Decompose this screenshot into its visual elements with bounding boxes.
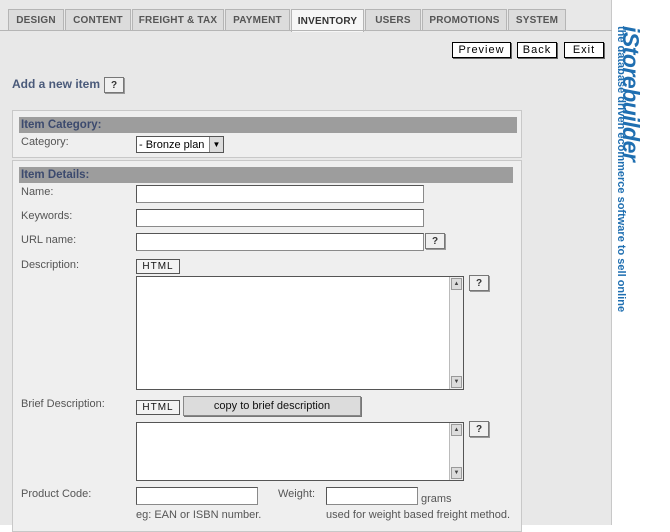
tab-promotions[interactable]: PROMOTIONS <box>422 9 507 31</box>
keywords-label: Keywords: <box>21 210 73 222</box>
product-code-field[interactable] <box>136 487 258 505</box>
name-label: Name: <box>21 186 54 198</box>
product-code-hint: eg: EAN or ISBN number. <box>136 509 262 521</box>
description-help-button[interactable]: ? <box>469 275 489 291</box>
page-title: Add a new item <box>12 77 101 91</box>
tab-content[interactable]: CONTENT <box>65 9 131 31</box>
weight-field[interactable] <box>326 487 418 505</box>
brief-help-button[interactable]: ? <box>469 421 489 437</box>
brief-html-button[interactable]: HTML <box>136 400 180 415</box>
back-button[interactable]: Back <box>517 42 557 58</box>
weight-label: Weight: <box>278 488 316 500</box>
weight-unit: grams <box>421 493 452 505</box>
help-button[interactable]: ? <box>104 77 124 93</box>
name-field[interactable] <box>136 185 424 203</box>
category-section-header: Item Category: <box>19 117 517 133</box>
description-scrollbar[interactable]: ▲ ▼ <box>449 277 463 389</box>
scroll-up-icon[interactable]: ▲ <box>451 278 462 290</box>
brand-sidebar: iStorebuilder the database driven ecomme… <box>612 0 670 525</box>
description-html-button[interactable]: HTML <box>136 259 180 274</box>
tab-inventory[interactable]: INVENTORY <box>291 9 364 32</box>
brief-scrollbar[interactable]: ▲ ▼ <box>449 423 463 480</box>
brand-tagline: the database driven ecommerce software t… <box>615 26 627 313</box>
description-label: Description: <box>21 259 80 271</box>
category-select-value: - Bronze plan <box>139 138 205 151</box>
details-panel: Item Details: Name: Keywords: URL name: … <box>12 160 522 532</box>
tab-payment[interactable]: PAYMENT <box>225 9 290 31</box>
exit-button[interactable]: Exit <box>564 42 604 58</box>
url-name-label: URL name: <box>21 234 77 246</box>
brief-description-label: Brief Description: <box>21 398 105 410</box>
tab-divider <box>0 30 612 31</box>
details-section-header: Item Details: <box>19 167 513 183</box>
url-name-field[interactable] <box>136 233 424 251</box>
keywords-field[interactable] <box>136 209 424 227</box>
scroll-down-icon[interactable]: ▼ <box>451 467 462 479</box>
description-textarea[interactable]: ▲ ▼ <box>136 276 464 390</box>
url-help-button[interactable]: ? <box>425 233 445 249</box>
product-code-label: Product Code: <box>21 488 92 500</box>
tab-freight-tax[interactable]: FREIGHT & TAX <box>132 9 224 31</box>
brief-description-textarea[interactable]: ▲ ▼ <box>136 422 464 481</box>
scroll-down-icon[interactable]: ▼ <box>451 376 462 388</box>
chevron-down-icon: ▼ <box>209 137 223 152</box>
category-label: Category: <box>21 136 69 148</box>
category-select[interactable]: - Bronze plan ▼ <box>136 136 224 153</box>
tab-design[interactable]: DESIGN <box>8 9 64 31</box>
weight-hint: used for weight based freight method. <box>326 509 511 521</box>
category-panel: Item Category: Category: - Bronze plan ▼ <box>12 110 522 158</box>
copy-to-brief-button[interactable]: copy to brief description <box>183 396 361 416</box>
main-area: DESIGN CONTENT FREIGHT & TAX PAYMENT INV… <box>0 0 612 532</box>
scroll-up-icon[interactable]: ▲ <box>451 424 462 436</box>
preview-button[interactable]: Preview <box>452 42 511 58</box>
tab-system[interactable]: SYSTEM <box>508 9 566 31</box>
tab-users[interactable]: USERS <box>365 9 421 31</box>
